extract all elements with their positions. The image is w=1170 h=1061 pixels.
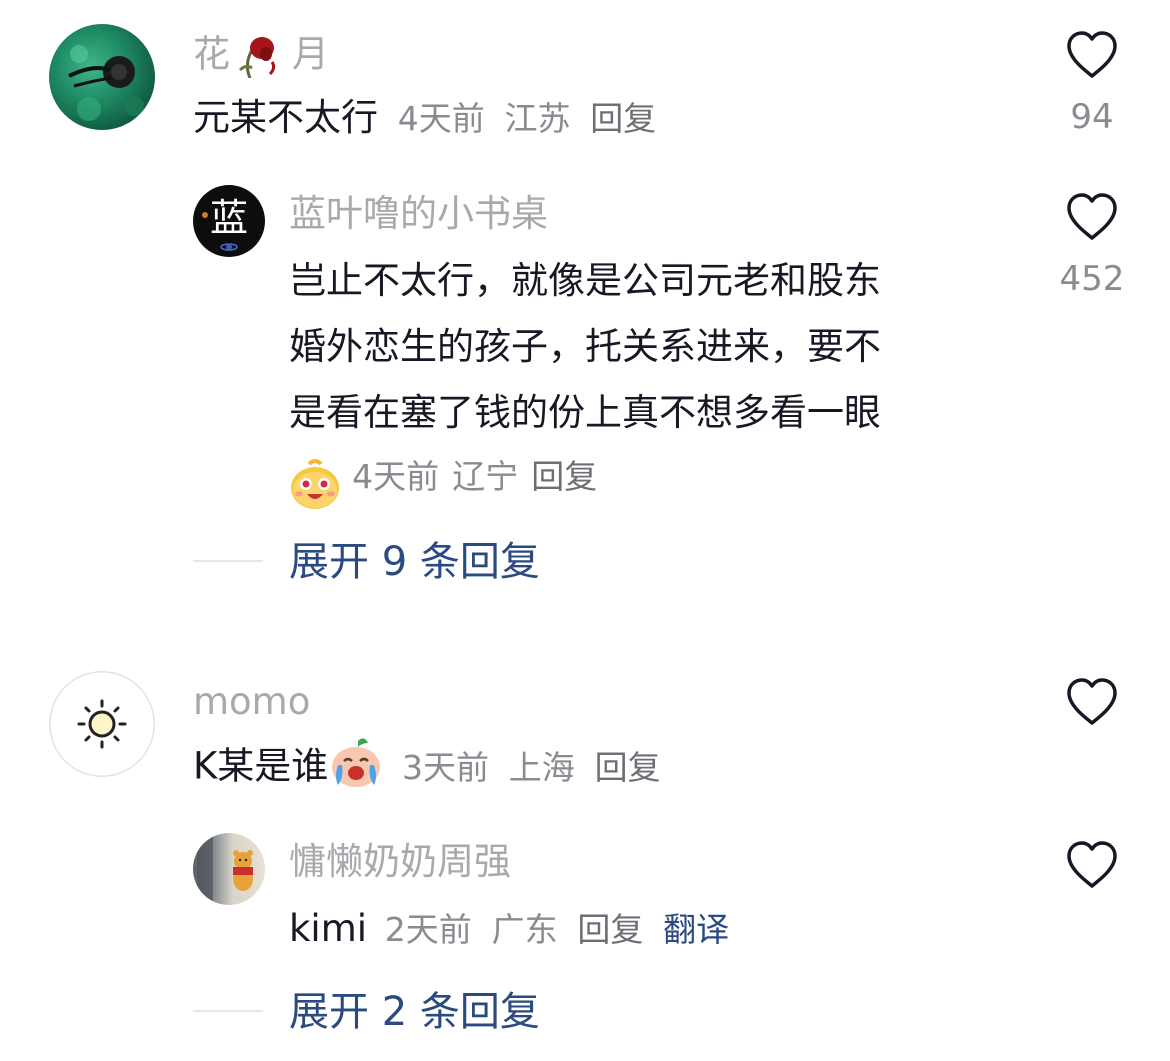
expand-replies-button[interactable]: 展开 9 条回复: [289, 542, 540, 582]
divider: [193, 1010, 263, 1012]
winnie-the-pooh-icon: [197, 833, 253, 905]
reply-text-line: 是看在塞了钱的份上真不想多看一眼: [289, 391, 881, 434]
like-count: 94: [1070, 97, 1114, 137]
comment-line: K某是谁 3天前 上海 回复: [193, 738, 661, 789]
reply-text-line: 岂止不太行，就像是公司元老和股东: [289, 259, 881, 302]
divider: [193, 560, 263, 562]
like-heart-icon[interactable]: [1065, 30, 1119, 80]
reply-text: kimi: [289, 907, 368, 950]
username-text: 花: [193, 32, 230, 76]
reply-meta: 4天前 辽宁 回复: [289, 450, 597, 510]
reply-button[interactable]: 回复: [595, 748, 661, 787]
avatar[interactable]: [49, 24, 155, 130]
reply-location: 辽宁: [452, 457, 519, 496]
reply-text-line: 婚外恋生的孩子，托关系进来，要不: [289, 325, 881, 368]
reply-time: 2天前: [384, 910, 472, 949]
username[interactable]: 慵懒奶奶周强: [289, 843, 511, 880]
crying-face-emoji-icon: [332, 738, 381, 787]
comment-time: 4天前: [397, 99, 485, 138]
like-heart-icon[interactable]: [1065, 192, 1119, 242]
comment-time: 3天前: [402, 747, 490, 787]
reply-button[interactable]: 回复: [577, 910, 643, 949]
wilted-rose-icon: [238, 37, 276, 78]
reply-location: 广东: [491, 910, 558, 949]
expand-replies-button[interactable]: 展开 2 条回复: [289, 992, 540, 1032]
translate-button[interactable]: 翻译: [663, 910, 729, 949]
comment-location: 上海: [508, 747, 575, 787]
username-suffix: 月: [292, 32, 329, 76]
like-heart-icon[interactable]: [1065, 677, 1119, 727]
sun-icon: [77, 699, 127, 749]
reply-time: 4天前: [352, 457, 440, 496]
avatar[interactable]: [49, 671, 155, 777]
reply-button[interactable]: 回复: [531, 457, 597, 496]
reply-line: kimi 2天前 广东 回复 翻译: [289, 910, 729, 947]
comment-location: 江苏: [504, 99, 571, 138]
username[interactable]: 蓝叶噜的小书桌: [289, 195, 548, 232]
avatar[interactable]: [193, 833, 265, 905]
avatar[interactable]: 蓝: [193, 185, 265, 257]
comment-text: 元某不太行: [193, 96, 378, 139]
comment-line: 元某不太行 4天前 江苏 回复: [193, 99, 656, 136]
username[interactable]: momo: [193, 683, 310, 720]
username[interactable]: 花 月: [193, 34, 329, 78]
excited-face-emoji-icon: [291, 458, 339, 509]
like-heart-icon[interactable]: [1065, 840, 1119, 890]
like-count: 452: [1059, 259, 1125, 299]
comment-text: K某是谁: [193, 744, 329, 788]
reply-button[interactable]: 回复: [590, 99, 656, 138]
planet-icon: [202, 212, 238, 251]
